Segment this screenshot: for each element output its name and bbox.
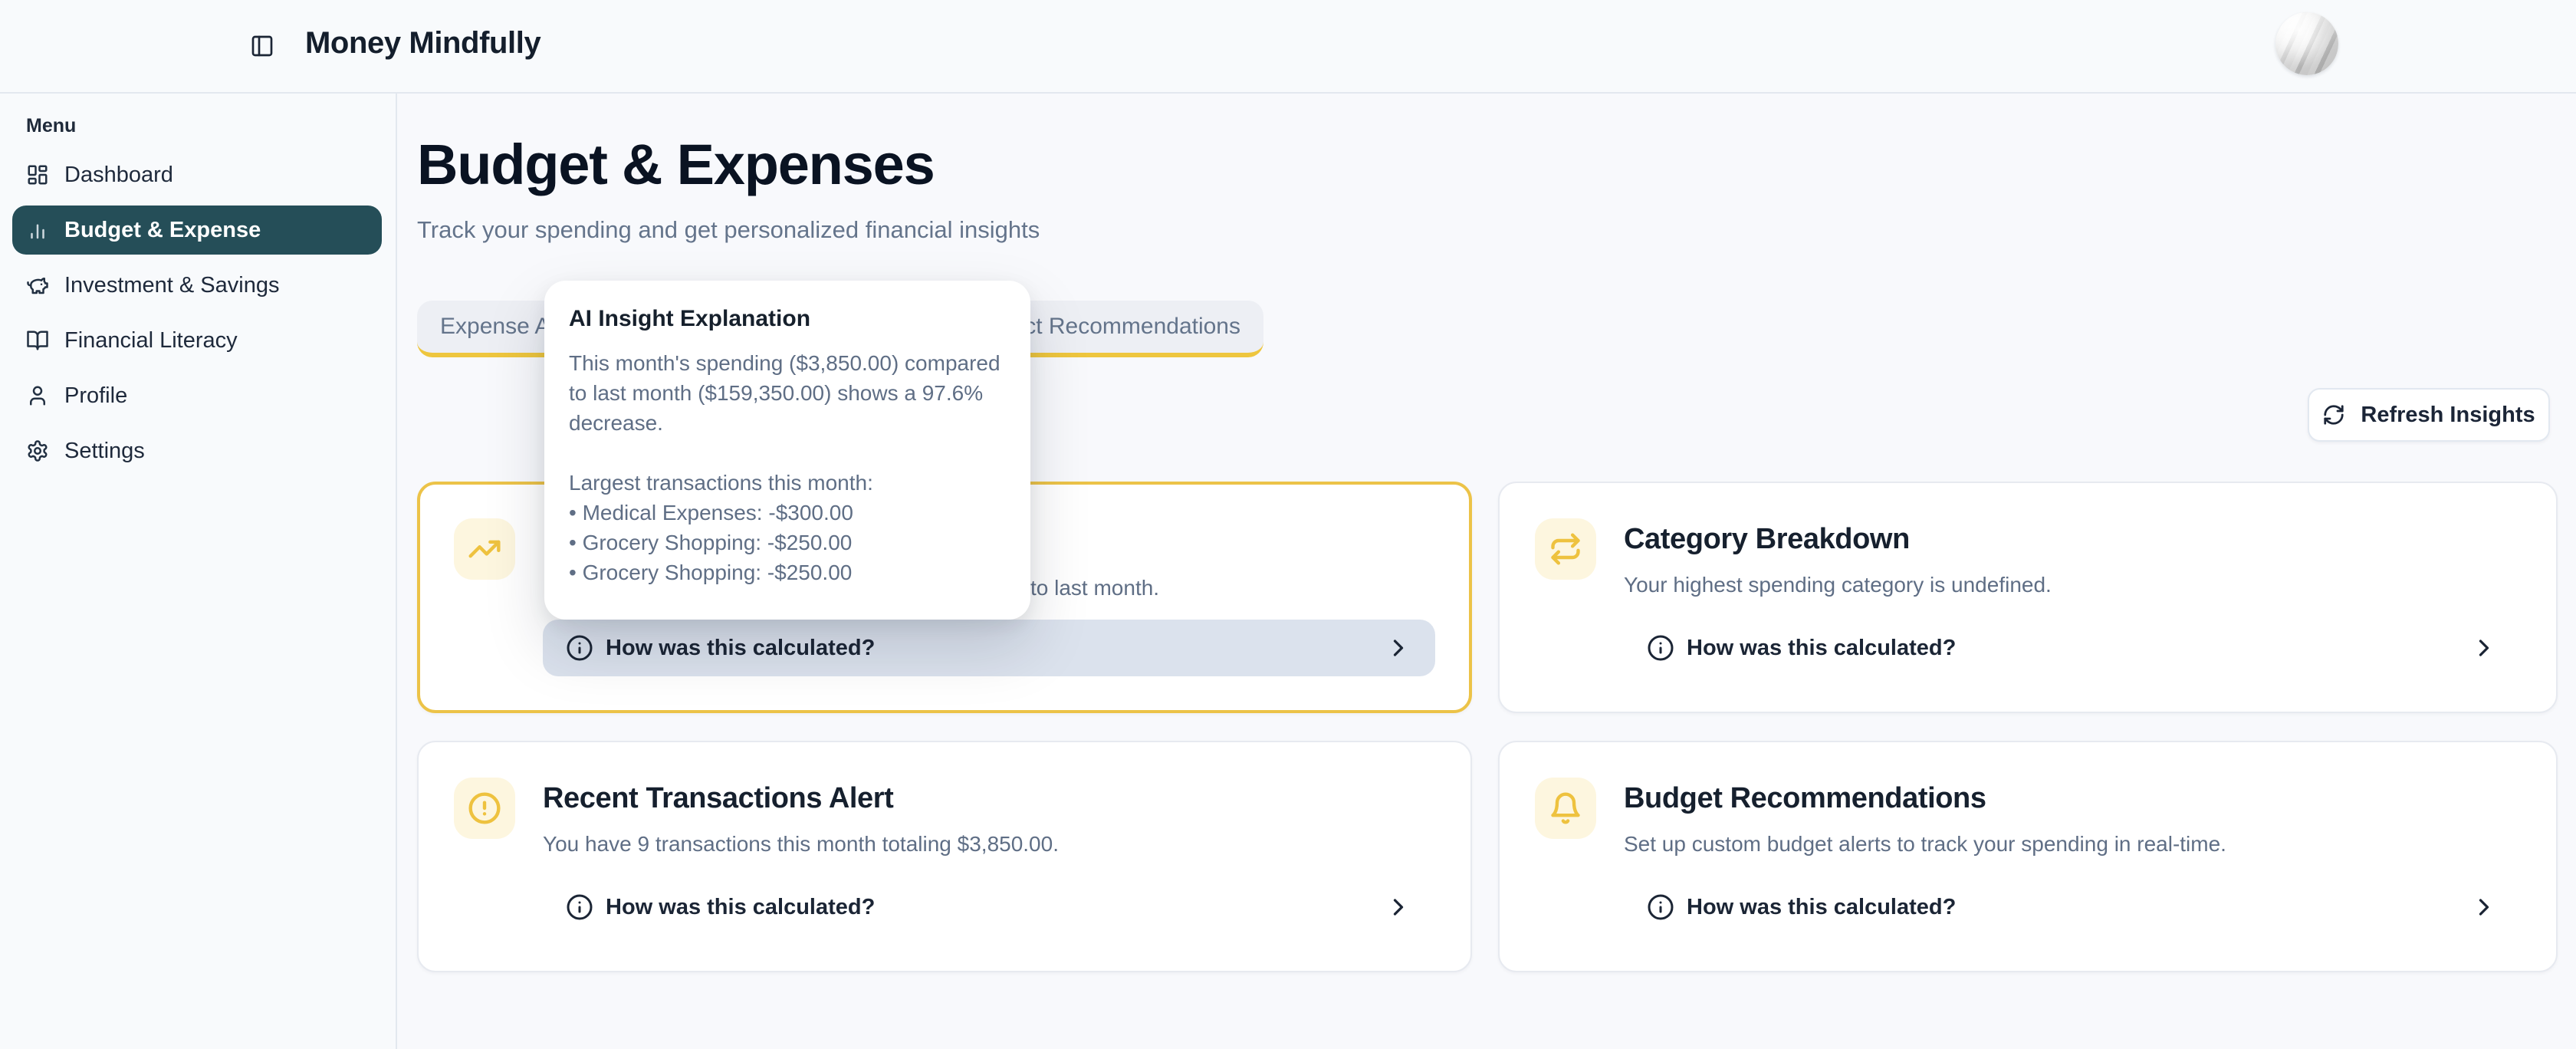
card-budget-recommendations: Budget Recommendations Set up custom bud… bbox=[1498, 741, 2558, 972]
info-icon bbox=[566, 893, 593, 921]
card-description: Set up custom budget alerts to track you… bbox=[1624, 830, 2226, 859]
refresh-icon bbox=[2322, 403, 2345, 426]
bell-icon bbox=[1549, 791, 1582, 825]
app-window: Money Mindfully Menu Dashboard Budget & … bbox=[0, 0, 2576, 1049]
sidebar: Menu Dashboard Budget & Expense Investme… bbox=[0, 94, 397, 1049]
popup-line: This month's spending ($3,850.00) compar… bbox=[569, 348, 1006, 378]
sidebar-item-label: Financial Literacy bbox=[64, 328, 238, 354]
tab-product-recommendations[interactable]: ct Recommendations bbox=[1024, 301, 1240, 353]
popup-title: AI Insight Explanation bbox=[569, 304, 1006, 334]
popup-line: Largest transactions this month: bbox=[569, 468, 1006, 498]
ai-insight-popup: AI Insight Explanation This month's spen… bbox=[544, 281, 1030, 620]
card-title: Category Breakdown bbox=[1624, 523, 1910, 556]
info-icon bbox=[1647, 634, 1674, 662]
info-icon bbox=[566, 634, 593, 662]
popup-line: decrease. bbox=[569, 408, 1006, 438]
user-avatar[interactable] bbox=[2275, 12, 2338, 75]
popup-line: • Medical Expenses: -$300.00 bbox=[569, 498, 1006, 528]
popup-line: • Grocery Shopping: -$250.00 bbox=[569, 557, 1006, 587]
app-title: Money Mindfully bbox=[305, 26, 540, 61]
bell-icon-box bbox=[1535, 778, 1596, 839]
user-icon bbox=[26, 384, 49, 407]
how-calculated-label: How was this calculated? bbox=[606, 895, 875, 920]
gear-icon bbox=[26, 439, 49, 462]
chevron-right-icon bbox=[2470, 893, 2498, 921]
how-calculated-label: How was this calculated? bbox=[606, 636, 875, 661]
bar-chart-icon bbox=[26, 219, 49, 242]
card-description: Your highest spending category is undefi… bbox=[1624, 571, 2052, 600]
chevron-right-icon bbox=[1385, 634, 1412, 662]
sidebar-item-label: Profile bbox=[64, 383, 127, 409]
repeat-icon bbox=[1549, 532, 1582, 566]
book-open-icon bbox=[26, 329, 49, 352]
how-calculated-row[interactable]: How was this calculated? bbox=[1624, 879, 2521, 936]
info-icon bbox=[1647, 893, 1674, 921]
sidebar-toggle-button[interactable] bbox=[247, 31, 278, 61]
sidebar-item-financial-literacy[interactable]: Financial Literacy bbox=[12, 316, 382, 365]
trending-up-icon-box bbox=[454, 518, 515, 580]
how-calculated-row[interactable]: How was this calculated? bbox=[1624, 620, 2521, 676]
sidebar-item-settings[interactable]: Settings bbox=[12, 426, 382, 475]
card-description-fragment: to last month. bbox=[1030, 574, 1159, 603]
sidebar-item-label: Budget & Expense bbox=[64, 218, 261, 243]
page-subtitle: Track your spending and get personalized… bbox=[417, 216, 1040, 244]
how-calculated-row[interactable]: How was this calculated? bbox=[543, 620, 1435, 676]
card-category-breakdown: Category Breakdown Your highest spending… bbox=[1498, 482, 2558, 713]
how-calculated-row[interactable]: How was this calculated? bbox=[543, 879, 1435, 936]
card-title: Recent Transactions Alert bbox=[543, 782, 893, 815]
card-title: Budget Recommendations bbox=[1624, 782, 1986, 815]
popup-line: • Grocery Shopping: -$250.00 bbox=[569, 528, 1006, 557]
trending-up-icon bbox=[468, 532, 501, 566]
popup-line bbox=[569, 438, 1006, 468]
sidebar-item-label: Investment & Savings bbox=[64, 273, 279, 298]
popup-line: to last month ($159,350.00) shows a 97.6… bbox=[569, 378, 1006, 408]
sidebar-item-budget-expense[interactable]: Budget & Expense bbox=[12, 206, 382, 255]
card-description: You have 9 transactions this month total… bbox=[543, 830, 1059, 859]
refresh-insights-label: Refresh Insights bbox=[2361, 403, 2535, 428]
dashboard-icon bbox=[26, 163, 49, 186]
panel-left-icon bbox=[250, 34, 274, 58]
chevron-right-icon bbox=[2470, 634, 2498, 662]
sidebar-item-label: Settings bbox=[64, 439, 145, 464]
alert-icon-box bbox=[454, 778, 515, 839]
alert-circle-icon bbox=[468, 791, 501, 825]
sidebar-nav: Dashboard Budget & Expense Investment & … bbox=[12, 150, 382, 482]
card-recent-transactions-alert: Recent Transactions Alert You have 9 tra… bbox=[417, 741, 1472, 972]
sidebar-item-investment-savings[interactable]: Investment & Savings bbox=[12, 261, 382, 310]
how-calculated-label: How was this calculated? bbox=[1687, 636, 1956, 661]
sidebar-item-dashboard[interactable]: Dashboard bbox=[12, 150, 382, 199]
top-header: Money Mindfully bbox=[0, 0, 2576, 94]
refresh-insights-button[interactable]: Refresh Insights bbox=[2308, 388, 2550, 442]
how-calculated-label: How was this calculated? bbox=[1687, 895, 1956, 920]
sidebar-item-label: Dashboard bbox=[64, 163, 173, 188]
piggy-bank-icon bbox=[26, 274, 49, 297]
sidebar-item-profile[interactable]: Profile bbox=[12, 371, 382, 420]
sidebar-section-label: Menu bbox=[26, 115, 76, 137]
chevron-right-icon bbox=[1385, 893, 1412, 921]
page-title: Budget & Expenses bbox=[417, 132, 935, 197]
tab-expense-analysis[interactable]: Expense A bbox=[440, 301, 550, 353]
repeat-icon-box bbox=[1535, 518, 1596, 580]
